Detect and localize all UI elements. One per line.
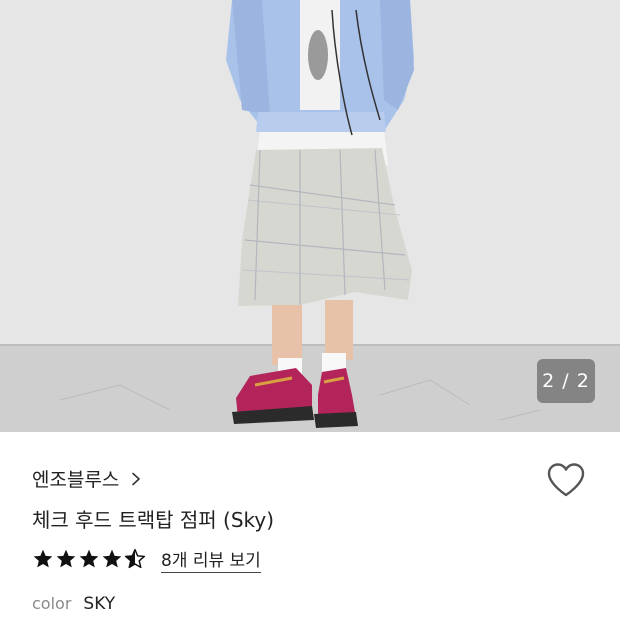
- star-icon: [33, 549, 53, 568]
- color-value: SKY: [83, 594, 116, 614]
- star-icon: [79, 549, 99, 568]
- heart-outline-icon: [546, 462, 586, 502]
- product-photo: [0, 0, 620, 432]
- product-title: 체크 후드 트랙탑 점퍼 (Sky): [32, 508, 275, 532]
- brand-link[interactable]: 엔조블루스: [32, 464, 143, 492]
- star-icon: [56, 549, 76, 568]
- product-info-panel: 엔조블루스 체크 후드 트랙탑 점퍼 (Sky) 8개 리뷰 보기 color …: [0, 432, 620, 620]
- rating-stars: [32, 548, 147, 570]
- half-star-icon: [124, 548, 146, 569]
- star-icon: [102, 549, 122, 568]
- brand-name: 엔조블루스: [32, 468, 120, 491]
- review-link[interactable]: 8개 리뷰 보기: [161, 546, 261, 573]
- chevron-right-icon: [129, 471, 143, 486]
- color-label: color: [32, 594, 72, 613]
- product-image[interactable]: 2 / 2: [0, 0, 620, 432]
- wishlist-button[interactable]: [544, 462, 588, 502]
- rating-row: 8개 리뷰 보기: [32, 546, 261, 573]
- color-row: color SKY: [32, 594, 115, 614]
- image-page-indicator: 2 / 2: [537, 359, 595, 403]
